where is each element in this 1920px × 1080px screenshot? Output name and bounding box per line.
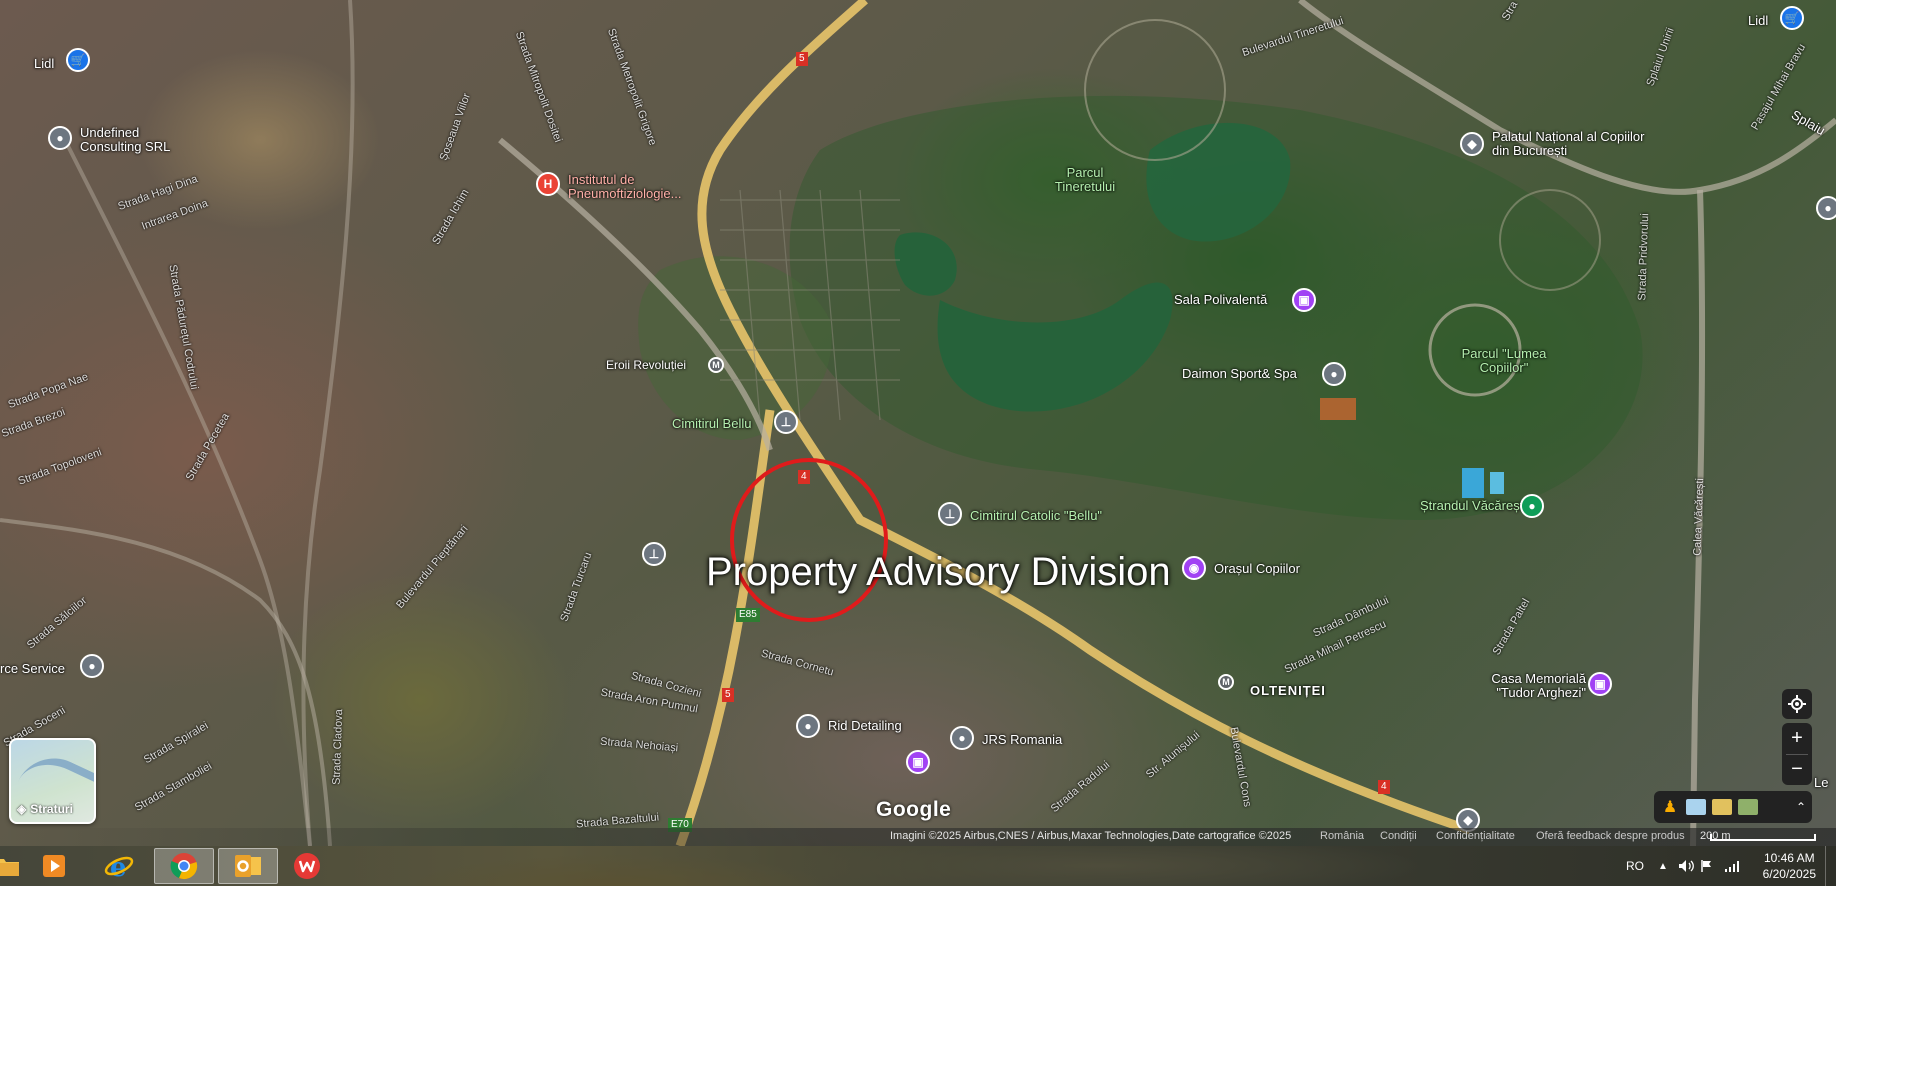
terms-link[interactable]: Condiții	[1380, 830, 1417, 842]
road-shield-4: 4	[1378, 780, 1390, 794]
location-pin-icon[interactable]: ●	[1520, 494, 1544, 518]
country-link[interactable]: România	[1320, 830, 1364, 842]
outlook-icon	[235, 855, 261, 877]
cemetery-icon[interactable]: ⊥	[642, 542, 666, 566]
shopping-cart-icon[interactable]: 🛒	[1780, 6, 1804, 30]
chrome-button[interactable]	[154, 848, 214, 884]
media-player-icon	[43, 855, 65, 877]
media-player-button[interactable]	[27, 848, 81, 884]
map-type-tile[interactable]	[1686, 799, 1706, 815]
street-label: Strada Cladova	[330, 708, 346, 786]
place-label-lidl-right[interactable]: Lidl	[1748, 14, 1768, 28]
layers-label: ◈ Straturi	[17, 802, 73, 816]
location-pin-icon[interactable]: ●	[796, 714, 820, 738]
layers-button[interactable]: ◈ Straturi	[9, 738, 96, 824]
place-label-strandul-vacaresti[interactable]: Ștrandul Văcărești	[1420, 499, 1526, 513]
internet-explorer-icon: e	[104, 853, 134, 880]
metro-icon[interactable]: M	[1218, 674, 1234, 690]
attribution-bar: Imagini ©2025 Airbus,CNES / Airbus,Maxar…	[0, 828, 1836, 846]
place-label-casa-memoriala[interactable]: Casa Memorială "Tudor Arghezi"	[1470, 672, 1586, 700]
satellite-tile[interactable]	[1738, 799, 1758, 815]
place-label-lidl-left[interactable]: Lidl	[34, 57, 54, 71]
location-pin-icon[interactable]: ●	[1816, 196, 1836, 220]
place-label-service[interactable]: rce Service	[0, 662, 65, 676]
zoom-in-button[interactable]: +	[1782, 724, 1812, 754]
place-label-undefined-consulting[interactable]: Undefined Consulting SRL	[80, 126, 190, 154]
clock-date: 6/20/2025	[1762, 867, 1816, 881]
location-pin-icon[interactable]: ●	[48, 126, 72, 150]
place-label-palatul[interactable]: Palatul Național al Copiilor din Bucureș…	[1492, 130, 1652, 158]
map-imagery	[0, 0, 1836, 846]
flag-icon	[1701, 860, 1711, 872]
road-shield-e85: E85	[736, 608, 760, 622]
place-label-daimon[interactable]: Daimon Sport& Spa	[1182, 367, 1297, 381]
museum-icon[interactable]: ▣	[1588, 672, 1612, 696]
district-label-oltenitei: OLTENIȚEI	[1250, 683, 1326, 698]
zoom-out-button[interactable]: −	[1782, 755, 1812, 785]
highlight-circle	[730, 458, 888, 622]
road-shield-5: 5	[796, 52, 808, 66]
location-pin-icon[interactable]: ●	[1322, 362, 1346, 386]
outlook-button[interactable]	[218, 848, 278, 884]
action-center-flag-icon[interactable]	[1700, 846, 1716, 886]
landmark-icon[interactable]: ▣	[906, 750, 930, 774]
cemetery-icon[interactable]: ⊥	[774, 410, 798, 434]
chevron-up-icon[interactable]: ⌃	[1796, 800, 1806, 814]
zoom-control: + −	[1782, 723, 1812, 785]
feedback-link[interactable]: Oferă feedback despre produs	[1536, 830, 1685, 842]
chrome-icon	[170, 853, 198, 880]
crosshair-icon	[1788, 695, 1806, 713]
chevron-up-icon[interactable]: ▲	[1658, 846, 1668, 886]
location-pin-icon[interactable]: ●	[80, 654, 104, 678]
google-logo: Google	[876, 798, 952, 821]
amusement-park-icon[interactable]: ◉	[1182, 556, 1206, 580]
place-label-orasul-copiilor[interactable]: Orașul Copiilor	[1214, 562, 1300, 576]
network-icon[interactable]	[1724, 846, 1740, 886]
street-label: Calea Văcărești	[1691, 477, 1707, 557]
hospital-icon[interactable]: H	[536, 172, 560, 196]
terrain-tile[interactable]	[1712, 799, 1732, 815]
place-label-sala-polivalenta[interactable]: Sala Polivalentă	[1174, 293, 1267, 307]
scale-bar	[1710, 834, 1816, 841]
place-label-parcul-lumea-copiilor[interactable]: Parcul "Lumea Copiilor"	[1454, 347, 1554, 375]
privacy-link[interactable]: Confidențialitate	[1436, 830, 1515, 842]
volume-icon[interactable]	[1678, 846, 1694, 886]
school-icon[interactable]: ◆	[1460, 132, 1484, 156]
signal-bars-icon	[1725, 861, 1739, 872]
system-clock[interactable]: 10:46 AM 6/20/2025	[1763, 850, 1816, 882]
place-label-edge: Le	[1814, 775, 1829, 790]
location-pin-icon[interactable]: ●	[950, 726, 974, 750]
place-label-eroii-revolutiei[interactable]: Eroii Revoluției	[606, 358, 686, 372]
show-desktop-button[interactable]	[1825, 846, 1836, 886]
place-label-cimitirul-bellu[interactable]: Cimitirul Bellu	[672, 417, 751, 431]
place-label-rid-detailing[interactable]: Rid Detailing	[828, 719, 902, 733]
taskbar: e RO ▲ 10:46 AM 6/20/2025	[0, 846, 1836, 886]
imagery-attribution: Imagini ©2025 Airbus,CNES / Airbus,Maxar…	[890, 830, 1292, 842]
layers-icon: ◈	[17, 802, 27, 816]
pegman-icon[interactable]: ♟	[1660, 797, 1680, 817]
landmark-icon[interactable]: ▣	[1292, 288, 1316, 312]
place-label-cimitirul-catolic[interactable]: Cimitirul Catolic "Bellu"	[970, 509, 1102, 523]
shopping-cart-icon[interactable]: 🛒	[66, 48, 90, 72]
wps-office-icon	[294, 853, 320, 879]
watermark-text: Property Advisory Division	[706, 550, 1171, 594]
map-mini-toolbar: ♟ ⌃	[1654, 791, 1812, 823]
wps-office-button[interactable]	[280, 848, 334, 884]
cemetery-icon[interactable]: ⊥	[938, 502, 962, 526]
my-location-button[interactable]	[1782, 689, 1812, 719]
satellite-map[interactable]: 🛒 Lidl 🛒 Lidl ● Undefined Consulting SRL…	[0, 0, 1836, 846]
metro-icon[interactable]: M	[708, 357, 724, 373]
place-label-parcul-tineretului[interactable]: Parcul Tineretului	[1045, 166, 1125, 194]
speaker-icon	[1679, 860, 1694, 872]
language-indicator[interactable]: RO	[1626, 846, 1644, 886]
folder-icon	[0, 859, 19, 876]
clock-time: 10:46 AM	[1763, 851, 1815, 865]
place-label-institutul[interactable]: Institutul de Pneumoftiziologie...	[568, 173, 708, 201]
internet-explorer-button[interactable]: e	[92, 848, 146, 884]
road-shield-5: 5	[722, 688, 734, 702]
place-label-jrs-romania[interactable]: JRS Romania	[982, 733, 1062, 747]
layers-label-text: Straturi	[30, 802, 73, 816]
